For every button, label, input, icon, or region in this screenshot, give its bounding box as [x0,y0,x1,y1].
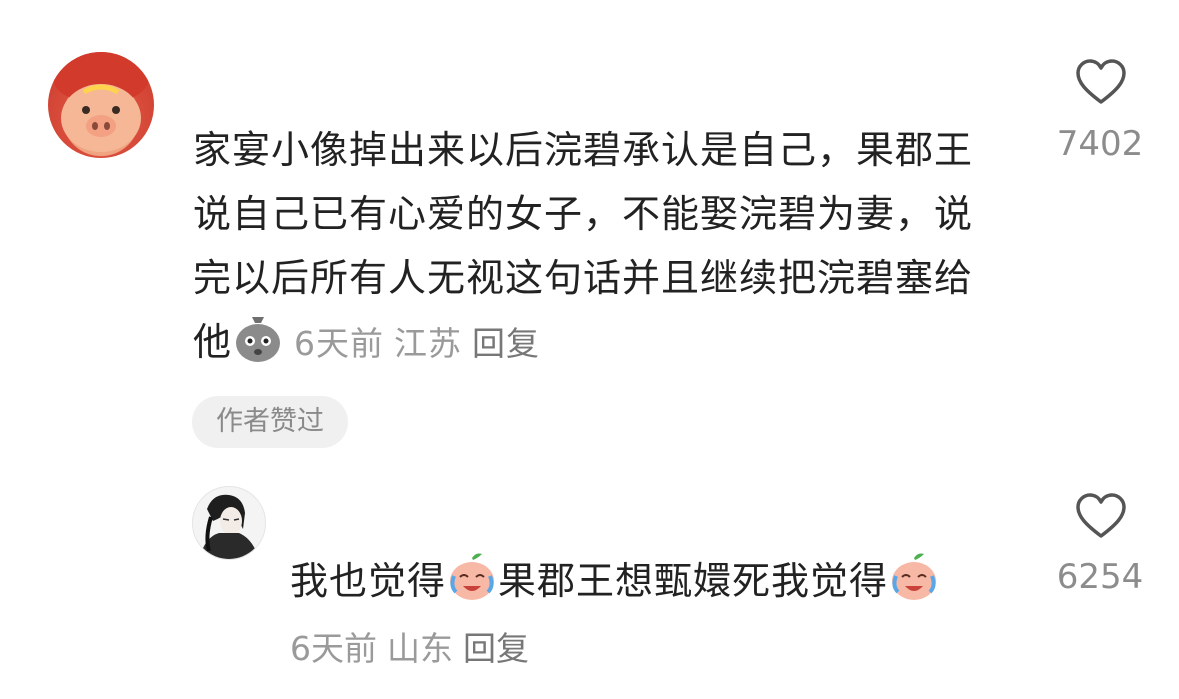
reply-meta: 6天前 山东 回复 [290,625,529,673]
crying-laughing-peach-emoji-icon [446,550,498,602]
crying-laughing-peach-emoji-icon [888,550,940,602]
replier-avatar[interactable] [192,486,266,560]
reply-like-button[interactable] [1075,492,1127,544]
heart-icon [1076,59,1126,104]
comment-location: 江苏 [394,324,463,363]
pig-avatar-icon [53,52,149,152]
author-liked-badge: 作者赞过 [192,396,348,448]
reply-location: 山东 [387,629,453,668]
speechless-sack-emoji-icon [232,311,284,363]
comment-like-button[interactable] [1075,58,1127,110]
heart-icon [1076,493,1126,538]
comment-time: 6天前 [294,324,385,363]
commenter-avatar[interactable] [48,52,154,158]
ink-portrait-avatar-icon [199,494,259,559]
reply-text-part1: 我也觉得 [290,559,447,603]
reply-like-count: 6254 [1056,557,1144,597]
reply-text-part2: 果郡王想甄嬛死我觉得 [498,559,889,603]
comment-reply-button[interactable]: 回复 [472,324,540,363]
comment-like-count: 7402 [1056,124,1144,164]
comment-body: 家宴小像掉出来以后浣碧承认是自己，果郡王说自己已有心爱的女子，不能娶浣碧为妻，说… [193,118,993,376]
reply-reply-button[interactable]: 回复 [463,629,529,668]
reply-body: 我也觉得 果郡王想甄嬛死我觉得 [290,550,1010,611]
reply-time: 6天前 [290,629,377,668]
